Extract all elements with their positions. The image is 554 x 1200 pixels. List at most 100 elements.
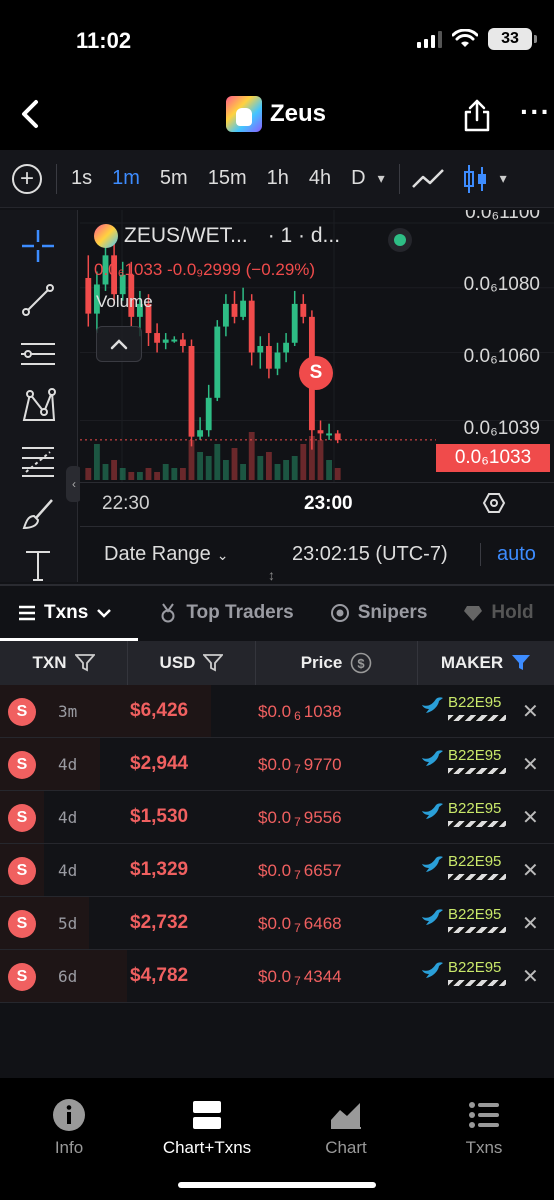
dollar-circle-icon[interactable]: $ [350,652,372,674]
auto-scale-button[interactable]: auto [480,543,536,566]
nav-chart-txns[interactable]: Chart+Txns [142,1098,272,1158]
tab-top-traders[interactable]: Top Traders [158,602,294,624]
interval-toolbar: + 1s 1m 5m 15m 1h 4h D ▾ ▾ [0,150,554,208]
price-digits: 9556 [303,808,342,827]
maker-hatch-pattern [448,821,506,827]
column-usd[interactable]: USD [128,641,256,685]
candle-body [222,303,229,327]
volume-bar [197,452,204,480]
date-range-button[interactable]: Date Range ⌄ [104,543,228,566]
table-row[interactable]: S 3m $6,426 $0.0 6 1038 B22E95 ✕ [0,685,554,738]
maker-cell[interactable]: B22E95 [420,695,506,721]
share-button[interactable] [462,98,492,132]
volume-bar [162,464,169,480]
text-tool[interactable] [18,546,58,586]
chart-type-dropdown-chevron-icon[interactable]: ▾ [500,170,507,187]
target-icon [330,604,349,622]
volume-bar [274,464,281,480]
legend-pair: ZEUS/WET... [124,224,248,247]
nav-info[interactable]: Info [4,1098,134,1158]
interval-15m[interactable]: 15m [208,167,247,190]
interval-4h[interactable]: 4h [309,167,331,190]
close-icon[interactable]: ✕ [522,911,539,936]
fib-tool[interactable] [18,440,58,480]
table-row[interactable]: S 4d $2,944 $0.0 7 9770 B22E95 ✕ [0,738,554,791]
tab-snipers-label: Snipers [357,602,428,623]
filter-active-icon[interactable] [511,654,531,672]
maker-hatch-pattern [448,874,506,880]
pattern-tool[interactable] [18,386,58,426]
line-chart-type-button[interactable] [410,161,446,197]
add-indicator-button[interactable]: + [12,163,42,194]
volume-bar [231,448,238,480]
column-maker[interactable]: MAKER [418,641,554,685]
current-price-tag: 0.0₆1033 [436,444,550,472]
table-row[interactable]: S 6d $4,782 $0.0 7 4344 B22E95 ✕ [0,950,554,1003]
candle-body [248,300,255,353]
volume-bar [128,472,135,480]
brush-tool[interactable] [18,494,58,534]
maker-address: B22E95 [448,800,502,817]
resize-handle-icon[interactable]: ↕ [268,568,275,582]
trend-line-tool[interactable] [18,280,58,320]
tab-holders[interactable]: Hold [463,602,534,624]
horizontal-lines-tool[interactable] [18,334,58,374]
maker-hatch-pattern [448,715,506,721]
close-icon[interactable]: ✕ [522,699,539,724]
interval-1h[interactable]: 1h [267,167,289,190]
nav-chart[interactable]: Chart [281,1098,411,1158]
txn-age: 4d [58,755,78,774]
tab-snipers[interactable]: Snipers [330,602,428,624]
sell-badge: S [8,751,36,779]
candle-body [240,300,247,317]
more-options-button[interactable]: ··· [520,96,551,128]
crosshair-tool[interactable] [18,226,58,266]
chevron-down-icon: ⌄ [216,547,229,563]
interval-d[interactable]: D [351,167,365,190]
maker-cell[interactable]: B22E95 [420,907,506,933]
maker-cell[interactable]: B22E95 [420,854,506,880]
list-icon [467,1098,501,1132]
back-button[interactable] [14,94,50,134]
chart-clock[interactable]: 23:02:15 (UTC-7) [292,543,448,566]
txn-age: 4d [58,808,78,827]
column-price[interactable]: Price $ [256,641,418,685]
price-chart[interactable]: ZEUS/WET... · 1 · d... 0.0₆1033 -0.0₉299… [80,210,554,582]
table-row[interactable]: S 5d $2,732 $0.0 7 6468 B22E95 ✕ [0,897,554,950]
maker-cell[interactable]: B22E95 [420,748,506,774]
table-row[interactable]: S 4d $1,530 $0.0 7 9556 B22E95 ✕ [0,791,554,844]
maker-cell[interactable]: B22E95 [420,960,506,986]
candle-chart-type-button[interactable] [458,161,494,197]
chevron-down-icon [97,609,112,618]
interval-5m[interactable]: 5m [160,167,188,190]
collapse-legend-button[interactable] [96,326,142,362]
interval-dropdown-chevron-icon[interactable]: ▾ [378,170,385,187]
txn-age: 4d [58,861,78,880]
sell-marker[interactable]: S [299,356,333,390]
pair-logo [94,224,118,248]
interval-1m[interactable]: 1m [112,167,140,190]
close-icon[interactable]: ✕ [522,964,539,989]
time-axis-tick: 22:30 [102,493,150,514]
interval-1s[interactable]: 1s [71,167,92,190]
filter-icon[interactable] [74,654,95,672]
volume-bar [214,444,221,480]
candle-body [188,346,195,437]
txn-price: $0.0 7 9770 [258,755,342,776]
table-row[interactable]: S 4d $1,329 $0.0 7 6657 B22E95 ✕ [0,844,554,897]
chart-settings-button[interactable] [482,491,506,515]
price-zero-count: 7 [294,762,301,776]
price-prefix: $0.0 [258,914,292,933]
drawing-tools-panel [0,210,78,582]
nav-txns[interactable]: Txns [419,1098,549,1158]
tab-txns[interactable]: Txns [18,602,112,624]
close-icon[interactable]: ✕ [522,858,539,883]
close-icon[interactable]: ✕ [522,752,539,777]
close-icon[interactable]: ✕ [522,805,539,830]
candle-body [334,433,341,440]
price-prefix: $0.0 [258,967,292,986]
filter-icon[interactable] [203,654,224,672]
maker-cell[interactable]: B22E95 [420,801,506,827]
column-txn[interactable]: TXN [0,641,128,685]
token-logo [226,96,262,132]
